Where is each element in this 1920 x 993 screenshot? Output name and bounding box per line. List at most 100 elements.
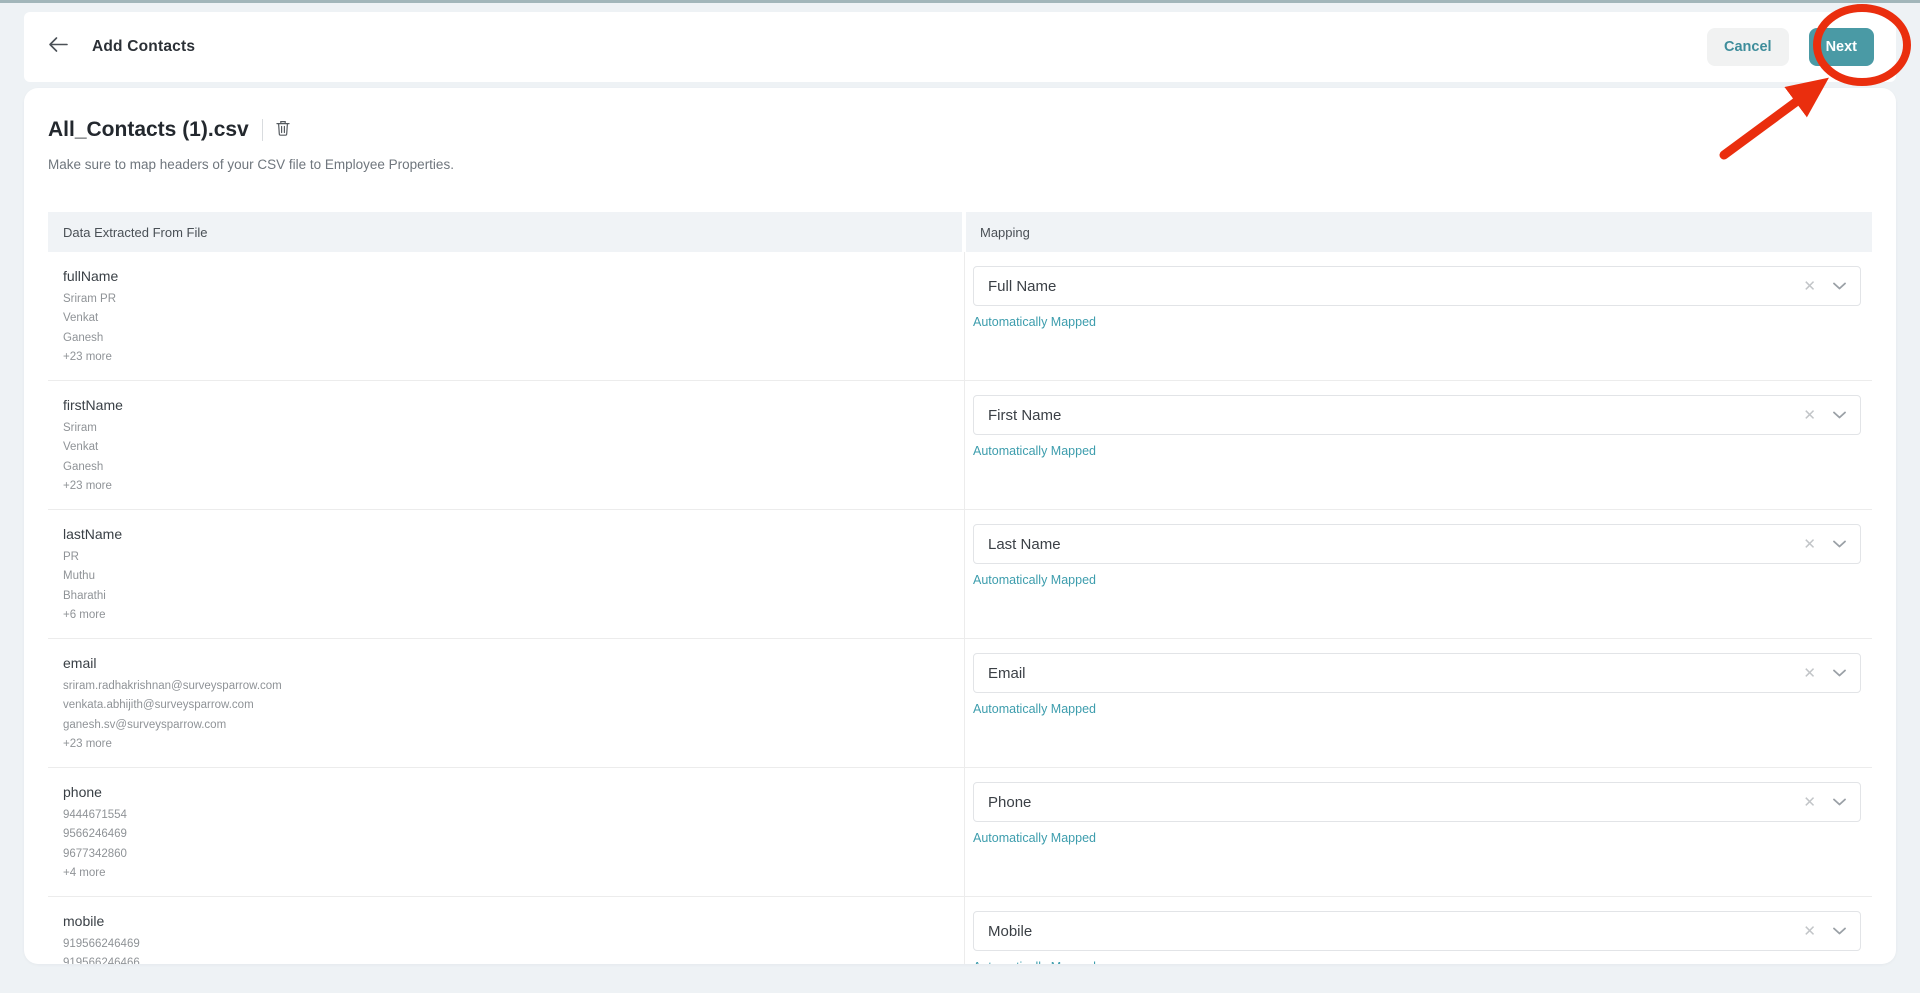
table-body: fullName Sriram PRVenkatGanesh+23 more F…: [48, 252, 1872, 964]
csv-sample-values: 919566246469919566246466: [63, 935, 964, 964]
mapping-instructions: Make sure to map headers of your CSV fil…: [48, 157, 1896, 172]
more-count: +4 more: [63, 864, 964, 883]
column-header-data: Data Extracted From File: [48, 212, 962, 252]
chevron-down-icon[interactable]: [1833, 798, 1846, 806]
sample-value: Muthu: [63, 567, 964, 586]
csv-column-cell: lastName PRMuthuBharathi+6 more: [48, 510, 964, 638]
mapping-select-value: First Name: [988, 407, 1803, 424]
mapping-select-value: Last Name: [988, 536, 1803, 553]
sample-value: Ganesh: [63, 458, 964, 477]
mapping-select[interactable]: Phone ✕: [973, 782, 1861, 822]
clear-icon[interactable]: ✕: [1803, 924, 1816, 939]
clear-icon[interactable]: ✕: [1803, 795, 1816, 810]
trash-icon: [276, 120, 290, 141]
sample-value: Ganesh: [63, 329, 964, 348]
sample-value: 919566246466: [63, 954, 964, 964]
more-count: +23 more: [63, 735, 964, 754]
chevron-down-icon[interactable]: [1833, 282, 1846, 290]
csv-column-cell: firstName SriramVenkatGanesh+23 more: [48, 381, 964, 509]
arrow-left-icon: [48, 36, 68, 58]
sample-value: Bharathi: [63, 587, 964, 606]
cancel-button[interactable]: Cancel: [1707, 28, 1789, 66]
csv-column-name: lastName: [63, 526, 964, 542]
table-row: email sriram.radhakrishnan@surveysparrow…: [48, 639, 1872, 768]
auto-mapped-label: Automatically Mapped: [973, 702, 1872, 716]
delete-file-button[interactable]: [276, 120, 290, 141]
file-title-row: All_Contacts (1).csv: [48, 118, 1896, 142]
clear-icon[interactable]: ✕: [1803, 279, 1816, 294]
more-count: +6 more: [63, 606, 964, 625]
csv-column-cell: phone 944467155495662464699677342860+4 m…: [48, 768, 964, 896]
table-row: phone 944467155495662464699677342860+4 m…: [48, 768, 1872, 897]
sample-value: 9677342860: [63, 845, 964, 864]
sample-value: Venkat: [63, 309, 964, 328]
csv-sample-values: Sriram PRVenkatGanesh+23 more: [63, 290, 964, 367]
mapping-select[interactable]: Email ✕: [973, 653, 1861, 693]
sample-value: PR: [63, 548, 964, 567]
sample-value: 919566246469: [63, 935, 964, 954]
page-title: Add Contacts: [92, 38, 195, 56]
mapping-select-value: Email: [988, 665, 1803, 682]
mapping-cell: Full Name ✕ Automatically Mapped: [964, 252, 1872, 380]
mapping-select[interactable]: Last Name ✕: [973, 524, 1861, 564]
mapping-select[interactable]: First Name ✕: [973, 395, 1861, 435]
table-row: mobile 919566246469919566246466 Mobile ✕…: [48, 897, 1872, 964]
file-name: All_Contacts (1).csv: [48, 118, 249, 142]
table-header: Data Extracted From File Mapping: [48, 212, 1872, 252]
sample-value: Venkat: [63, 438, 964, 457]
csv-column-name: firstName: [63, 397, 964, 413]
sample-value: ganesh.sv@surveysparrow.com: [63, 716, 964, 735]
csv-column-cell: mobile 919566246469919566246466: [48, 897, 964, 964]
table-row: lastName PRMuthuBharathi+6 more Last Nam…: [48, 510, 1872, 639]
csv-column-name: mobile: [63, 913, 964, 929]
more-count: +23 more: [63, 348, 964, 367]
auto-mapped-label: Automatically Mapped: [973, 831, 1872, 845]
mapping-select[interactable]: Full Name ✕: [973, 266, 1861, 306]
mapping-cell: Email ✕ Automatically Mapped: [964, 639, 1872, 767]
auto-mapped-label: Automatically Mapped: [973, 573, 1872, 587]
sample-value: Sriram PR: [63, 290, 964, 309]
auto-mapped-label: Automatically Mapped: [973, 315, 1872, 329]
sample-value: 9566246469: [63, 825, 964, 844]
chevron-down-icon[interactable]: [1833, 411, 1846, 419]
csv-column-name: phone: [63, 784, 964, 800]
mapping-cell: Last Name ✕ Automatically Mapped: [964, 510, 1872, 638]
top-accent-line: [0, 0, 1920, 3]
mapping-select-value: Mobile: [988, 923, 1803, 940]
title-divider: [262, 119, 263, 141]
auto-mapped-label: Automatically Mapped: [973, 444, 1872, 458]
csv-sample-values: SriramVenkatGanesh+23 more: [63, 419, 964, 496]
mapping-cell: Mobile ✕ Automatically Mapped: [964, 897, 1872, 964]
sample-value: 9444671554: [63, 806, 964, 825]
sample-value: venkata.abhijith@surveysparrow.com: [63, 696, 964, 715]
back-button[interactable]: [46, 35, 70, 59]
next-button[interactable]: Next: [1809, 28, 1874, 66]
more-count: +23 more: [63, 477, 964, 496]
sample-value: sriram.radhakrishnan@surveysparrow.com: [63, 677, 964, 696]
csv-column-cell: email sriram.radhakrishnan@surveysparrow…: [48, 639, 964, 767]
column-header-mapping: Mapping: [966, 212, 1872, 252]
csv-column-name: email: [63, 655, 964, 671]
csv-sample-values: sriram.radhakrishnan@surveysparrow.comve…: [63, 677, 964, 754]
sample-value: Sriram: [63, 419, 964, 438]
clear-icon[interactable]: ✕: [1803, 408, 1816, 423]
table-row: firstName SriramVenkatGanesh+23 more Fir…: [48, 381, 1872, 510]
mapping-cell: Phone ✕ Automatically Mapped: [964, 768, 1872, 896]
chevron-down-icon[interactable]: [1833, 927, 1846, 935]
csv-column-name: fullName: [63, 268, 964, 284]
chevron-down-icon[interactable]: [1833, 540, 1846, 548]
clear-icon[interactable]: ✕: [1803, 666, 1816, 681]
csv-mapping-card: All_Contacts (1).csv Make sure to map he…: [24, 88, 1896, 964]
mapping-select[interactable]: Mobile ✕: [973, 911, 1861, 951]
csv-column-cell: fullName Sriram PRVenkatGanesh+23 more: [48, 252, 964, 380]
auto-mapped-label: Automatically Mapped: [973, 960, 1872, 964]
csv-sample-values: PRMuthuBharathi+6 more: [63, 548, 964, 625]
mapping-select-value: Full Name: [988, 278, 1803, 295]
mapping-select-value: Phone: [988, 794, 1803, 811]
top-bar: Add Contacts Cancel Next: [24, 12, 1896, 82]
mapping-cell: First Name ✕ Automatically Mapped: [964, 381, 1872, 509]
chevron-down-icon[interactable]: [1833, 669, 1846, 677]
csv-sample-values: 944467155495662464699677342860+4 more: [63, 806, 964, 883]
clear-icon[interactable]: ✕: [1803, 537, 1816, 552]
table-row: fullName Sriram PRVenkatGanesh+23 more F…: [48, 252, 1872, 381]
